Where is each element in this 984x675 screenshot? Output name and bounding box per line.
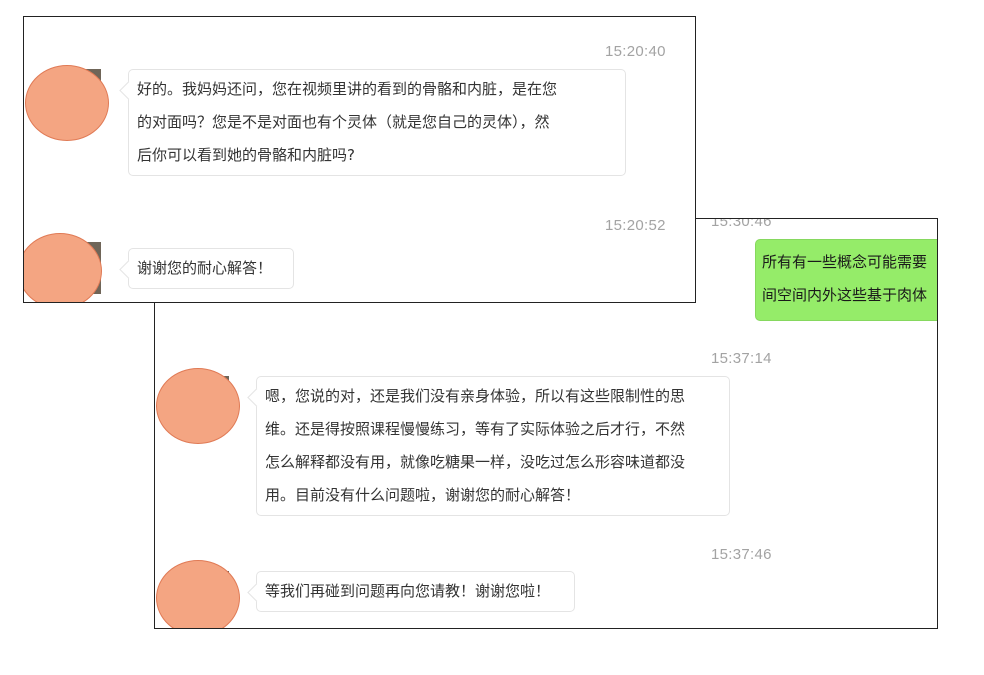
message-line: 的对面吗？您是不是对面也有个灵体（就是您自己的灵体），然 [137,113,550,131]
avatar-redaction-mask [25,65,109,141]
message-timestamp: 15:37:46 [711,546,772,563]
avatar-redaction-mask [156,368,240,444]
message-line: 后你可以看到她的骨骼和内脏吗? [137,146,355,164]
message-line: 维。还是得按照课程慢慢练习，等有了实际体验之后才行，不然 [265,420,686,438]
message-line: 用。目前没有什么问题啦，谢谢您的耐心解答！ [265,486,581,504]
message-line: 所有有一些概念可能需要 [762,253,928,271]
message-timestamp: 15:37:14 [711,350,772,367]
message-line: 嗯，您说的对，还是我们没有亲身体验，所以有这些限制性的思 [265,387,686,405]
message-timestamp: 15:20:52 [605,217,666,234]
message-bubble-other[interactable]: 好的。我妈妈还问，您在视频里讲的看到的骨骼和内脏，是在您 的对面吗？您是不是对面… [128,69,626,176]
message-line: 等我们再碰到问题再向您请教！谢谢您啦！ [265,582,551,600]
message-bubble-other[interactable]: 等我们再碰到问题再向您请教！谢谢您啦！ [256,571,575,612]
message-line: 间空间内外这些基于肉体 [762,286,928,304]
avatar-redaction-mask [156,560,240,628]
message-bubble-other[interactable]: 嗯，您说的对，还是我们没有亲身体验，所以有这些限制性的思 维。还是得按照课程慢慢… [256,376,730,516]
message-bubble-self[interactable]: 所有有一些概念可能需要 间空间内外这些基于肉体 [755,239,937,321]
message-line: 怎么解释都没有用，就像吃糖果一样，没吃过怎么形容味道都没 [265,453,686,471]
message-bubble-other[interactable]: 谢谢您的耐心解答！ [128,248,294,289]
chat-panel-front: 15:20:40 好的。我妈妈还问，您在视频里讲的看到的骨骼和内脏，是在您 的对… [23,16,696,303]
message-line: 好的。我妈妈还问，您在视频里讲的看到的骨骼和内脏，是在您 [137,80,558,98]
message-line: 谢谢您的耐心解答！ [137,259,273,277]
message-timestamp: 15:20:40 [605,43,666,60]
message-timestamp: 15:30:46 [711,218,772,230]
